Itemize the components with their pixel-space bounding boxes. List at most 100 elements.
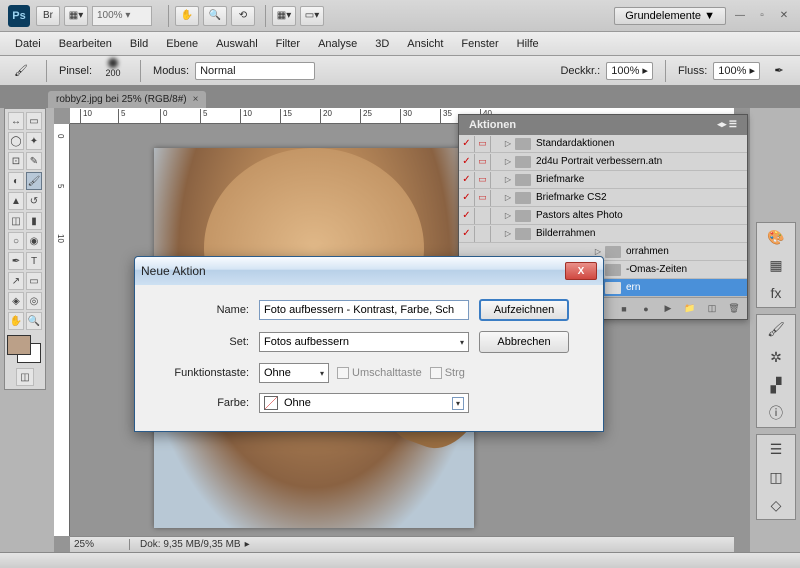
fkey-label: Funktionstaste: bbox=[149, 367, 249, 379]
toolbox: ↔▭ ◯✦ ⊡✎ ◐🖌 ▲↺ ◫▮ ○◉ ✒T ↗▭ ◈◎ ✋🔍 ◫ bbox=[4, 108, 46, 390]
pen-tool[interactable]: ✒ bbox=[8, 252, 24, 270]
navigator-panel-icon[interactable]: ✲ bbox=[766, 347, 786, 367]
record-button[interactable]: Aufzeichnen bbox=[479, 299, 569, 321]
layers-panel-icon[interactable]: ☰ bbox=[766, 439, 786, 459]
zoom-tool-icon[interactable]: 🔍 bbox=[203, 6, 227, 26]
paths-panel-icon[interactable]: ◇ bbox=[766, 495, 786, 515]
new-action-dialog: Neue Aktion X Name: Aufzeichnen Set: Fot… bbox=[134, 256, 604, 432]
workspace-selector[interactable]: Grundelemente ▼ bbox=[614, 7, 726, 25]
fkey-select[interactable]: Ohne▾ bbox=[259, 363, 329, 383]
tab-close-icon[interactable]: × bbox=[193, 94, 199, 105]
action-row[interactable]: ✓▷Bilderrahmen bbox=[459, 225, 747, 243]
brush-tool[interactable]: 🖌 bbox=[26, 172, 42, 190]
menu-ebene[interactable]: Ebene bbox=[157, 38, 207, 50]
crop-tool[interactable]: ⊡ bbox=[8, 152, 24, 170]
quickmask-tool[interactable]: ◫ bbox=[16, 368, 34, 386]
history-brush-tool[interactable]: ↺ bbox=[26, 192, 42, 210]
action-row[interactable]: ✓▭▷2d4u Portrait verbessern.atn bbox=[459, 153, 747, 171]
stop-icon[interactable]: ■ bbox=[617, 302, 631, 316]
set-label: Set: bbox=[149, 336, 249, 348]
stamp-tool[interactable]: ▲ bbox=[8, 192, 24, 210]
set-select[interactable]: Fotos aufbessern▾ bbox=[259, 332, 469, 352]
dodge-tool[interactable]: ◉ bbox=[26, 232, 42, 250]
lasso-tool[interactable]: ◯ bbox=[8, 132, 24, 150]
wand-tool[interactable]: ✦ bbox=[26, 132, 42, 150]
action-row[interactable]: ✓▭▷Briefmarke bbox=[459, 171, 747, 189]
eraser-tool[interactable]: ◫ bbox=[8, 212, 24, 230]
dialog-close-button[interactable]: X bbox=[565, 262, 597, 280]
new-set-icon[interactable]: 📁 bbox=[683, 302, 697, 316]
gradient-tool[interactable]: ▮ bbox=[26, 212, 42, 230]
blur-tool[interactable]: ○ bbox=[8, 232, 24, 250]
airbrush-icon[interactable]: ✒ bbox=[766, 61, 792, 81]
marquee-tool[interactable]: ▭ bbox=[26, 112, 42, 130]
menu-bearbeiten[interactable]: Bearbeiten bbox=[50, 38, 121, 50]
menu-fenster[interactable]: Fenster bbox=[452, 38, 507, 50]
styles-panel-icon[interactable]: fx bbox=[766, 283, 786, 303]
type-tool[interactable]: T bbox=[26, 252, 42, 270]
zoom-tool[interactable]: 🔍 bbox=[26, 312, 42, 330]
swatches-panel-icon[interactable]: ▦ bbox=[766, 255, 786, 275]
3d-tool[interactable]: ◈ bbox=[8, 292, 24, 310]
screen-mode-button[interactable]: ▭▾ bbox=[300, 6, 324, 26]
color-swatches[interactable] bbox=[7, 335, 43, 363]
move-tool[interactable]: ↔ bbox=[8, 112, 24, 130]
menu-bild[interactable]: Bild bbox=[121, 38, 157, 50]
menu-auswahl[interactable]: Auswahl bbox=[207, 38, 267, 50]
action-row[interactable]: ✓▷Pastors altes Photo bbox=[459, 207, 747, 225]
app-statusbar bbox=[0, 552, 800, 568]
menu-datei[interactable]: Datei bbox=[6, 38, 50, 50]
status-zoom[interactable]: 25% bbox=[70, 539, 130, 550]
arrange-docs-button[interactable]: ▦▾ bbox=[272, 6, 296, 26]
close-icon[interactable]: ✕ bbox=[776, 9, 792, 23]
zoom-level-select[interactable]: 100% ▾ bbox=[92, 6, 152, 26]
dialog-titlebar[interactable]: Neue Aktion X bbox=[135, 257, 603, 285]
minimize-icon[interactable]: — bbox=[732, 9, 748, 23]
record-icon[interactable]: ● bbox=[639, 302, 653, 316]
opacity-field[interactable]: 100% ▸ bbox=[606, 62, 653, 80]
action-row[interactable]: ✓▭▷Standardaktionen bbox=[459, 135, 747, 153]
new-action-icon[interactable]: ◫ bbox=[705, 302, 719, 316]
info-panel-icon[interactable]: ⓘ bbox=[766, 403, 786, 423]
right-panel-strip: 🎨 ▦ fx 🖌 ✲ ▞ ⓘ ☰ ◫ ◇ bbox=[756, 222, 796, 520]
name-label: Name: bbox=[149, 304, 249, 316]
play-icon[interactable]: ▶ bbox=[661, 302, 675, 316]
menu-3d[interactable]: 3D bbox=[366, 38, 398, 50]
status-doc-size: Dok: 9,35 MB/9,35 MB bbox=[130, 539, 241, 550]
maximize-icon[interactable]: ▫ bbox=[754, 9, 770, 23]
shape-tool[interactable]: ▭ bbox=[26, 272, 42, 290]
color-panel-icon[interactable]: 🎨 bbox=[766, 227, 786, 247]
ruler-vertical: 0510 bbox=[54, 124, 70, 536]
mini-bridge-button[interactable]: ▦▾ bbox=[64, 6, 88, 26]
flow-field[interactable]: 100% ▸ bbox=[713, 62, 760, 80]
name-input[interactable] bbox=[259, 300, 469, 320]
pan-tool-icon[interactable]: ✋ bbox=[175, 6, 199, 26]
menu-analyse[interactable]: Analyse bbox=[309, 38, 366, 50]
menu-ansicht[interactable]: Ansicht bbox=[398, 38, 452, 50]
mode-select[interactable]: Normal bbox=[195, 62, 315, 80]
menu-filter[interactable]: Filter bbox=[267, 38, 309, 50]
brush-preview[interactable]: 200 bbox=[98, 58, 128, 84]
heal-tool[interactable]: ◐ bbox=[8, 172, 24, 190]
shift-checkbox: Umschalttaste bbox=[337, 367, 422, 379]
eyedropper-tool[interactable]: ✎ bbox=[26, 152, 42, 170]
camera-tool[interactable]: ◎ bbox=[26, 292, 42, 310]
trash-icon[interactable]: 🗑 bbox=[727, 302, 741, 316]
menu-hilfe[interactable]: Hilfe bbox=[508, 38, 548, 50]
histogram-panel-icon[interactable]: ▞ bbox=[766, 375, 786, 395]
cancel-button[interactable]: Abbrechen bbox=[479, 331, 569, 353]
color-select[interactable]: Ohne ▾ bbox=[259, 393, 469, 413]
actions-panel-tab[interactable]: Aktionen◂▸ ☰ bbox=[459, 115, 747, 135]
rotate-view-icon[interactable]: ⟲ bbox=[231, 6, 255, 26]
document-tab[interactable]: robby2.jpg bei 25% (RGB/8#) × bbox=[48, 91, 206, 108]
channels-panel-icon[interactable]: ◫ bbox=[766, 467, 786, 487]
flow-label: Fluss: bbox=[678, 65, 707, 77]
action-row[interactable]: ✓▭▷Briefmarke CS2 bbox=[459, 189, 747, 207]
hand-tool[interactable]: ✋ bbox=[8, 312, 24, 330]
brush-tool-icon[interactable]: 🖌 bbox=[8, 61, 34, 81]
path-tool[interactable]: ↗ bbox=[8, 272, 24, 290]
mode-label: Modus: bbox=[153, 65, 189, 77]
brushes-panel-icon[interactable]: 🖌 bbox=[766, 319, 786, 339]
bridge-button[interactable]: Br bbox=[36, 6, 60, 26]
document-tab-title: robby2.jpg bei 25% (RGB/8#) bbox=[56, 94, 187, 105]
